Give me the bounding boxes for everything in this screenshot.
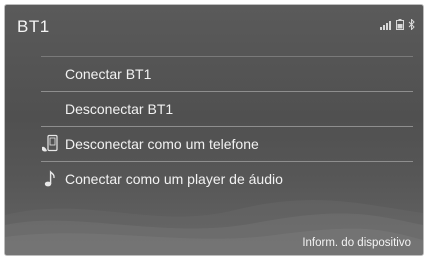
menu-item-label: Desconectar BT1 — [65, 101, 174, 117]
bt-action-menu: Conectar BT1 Desconectar BT1 Desconectar… — [41, 56, 413, 196]
connect-as-audio-player-button[interactable]: Conectar como um player de áudio — [41, 161, 413, 196]
disconnect-as-phone-button[interactable]: Desconectar como um telefone — [41, 126, 413, 161]
status-bar — [380, 17, 415, 35]
music-note-icon — [41, 169, 61, 189]
bt-device-screen: BT1 Conectar BT1 Desconectar BT1 Descone… — [4, 4, 424, 256]
menu-item-label: Desconectar como um telefone — [65, 136, 259, 152]
battery-icon — [396, 17, 404, 35]
menu-item-label: Conectar BT1 — [65, 66, 152, 82]
disconnect-bt1-button[interactable]: Desconectar BT1 — [41, 91, 413, 126]
device-info-button[interactable]: Inform. do dispositivo — [302, 237, 411, 249]
bluetooth-icon — [408, 17, 415, 35]
page-title: BT1 — [17, 17, 50, 36]
menu-item-label: Conectar como um player de áudio — [65, 171, 283, 187]
phone-icon — [41, 134, 61, 154]
connect-bt1-button[interactable]: Conectar BT1 — [41, 56, 413, 91]
signal-bars-icon — [380, 17, 392, 35]
